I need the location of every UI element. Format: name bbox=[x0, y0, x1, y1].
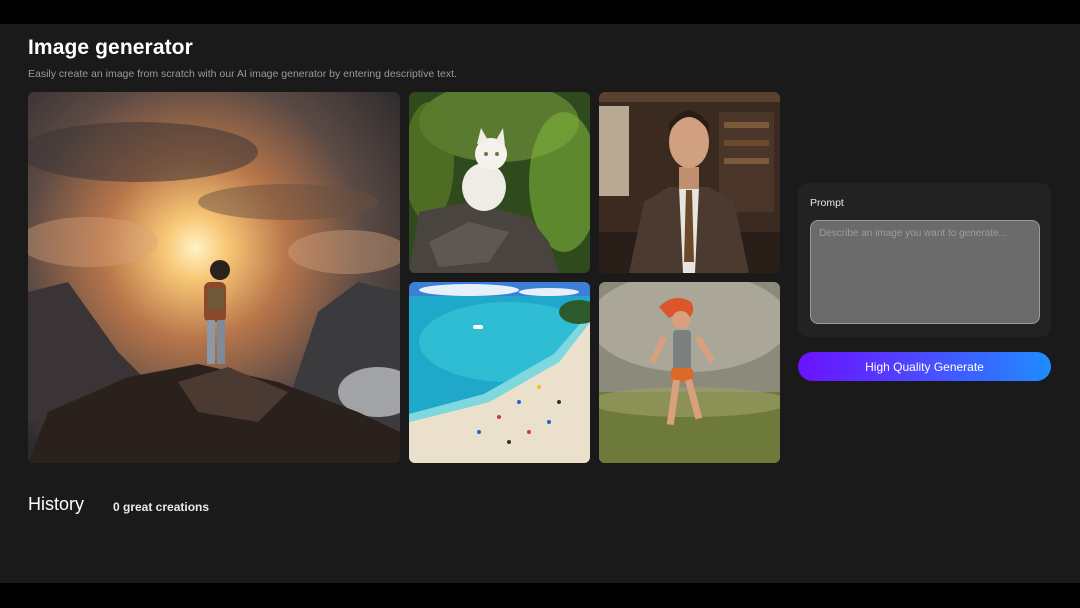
high-quality-generate-button[interactable]: High Quality Generate bbox=[798, 352, 1051, 381]
history-title: History bbox=[28, 494, 85, 514]
white-cat-in-foliage-image[interactable] bbox=[409, 92, 590, 273]
man-in-suit-library-image[interactable] bbox=[599, 92, 780, 273]
red-haired-runner-image[interactable] bbox=[599, 282, 780, 463]
page-subtitle: Easily create an image from scratch with… bbox=[28, 68, 457, 80]
prompt-label: Prompt bbox=[810, 197, 844, 209]
prompt-card: Prompt bbox=[798, 183, 1051, 337]
image-generator-app: Image generator Easily create an image f… bbox=[0, 24, 1080, 583]
boy-on-mountain-sunset-image[interactable] bbox=[28, 92, 400, 463]
history-count: 0 great creations bbox=[113, 500, 210, 514]
page-title: Image generator bbox=[28, 36, 193, 59]
prompt-input[interactable] bbox=[810, 220, 1040, 324]
tropical-beach-aerial-image[interactable] bbox=[409, 282, 590, 463]
